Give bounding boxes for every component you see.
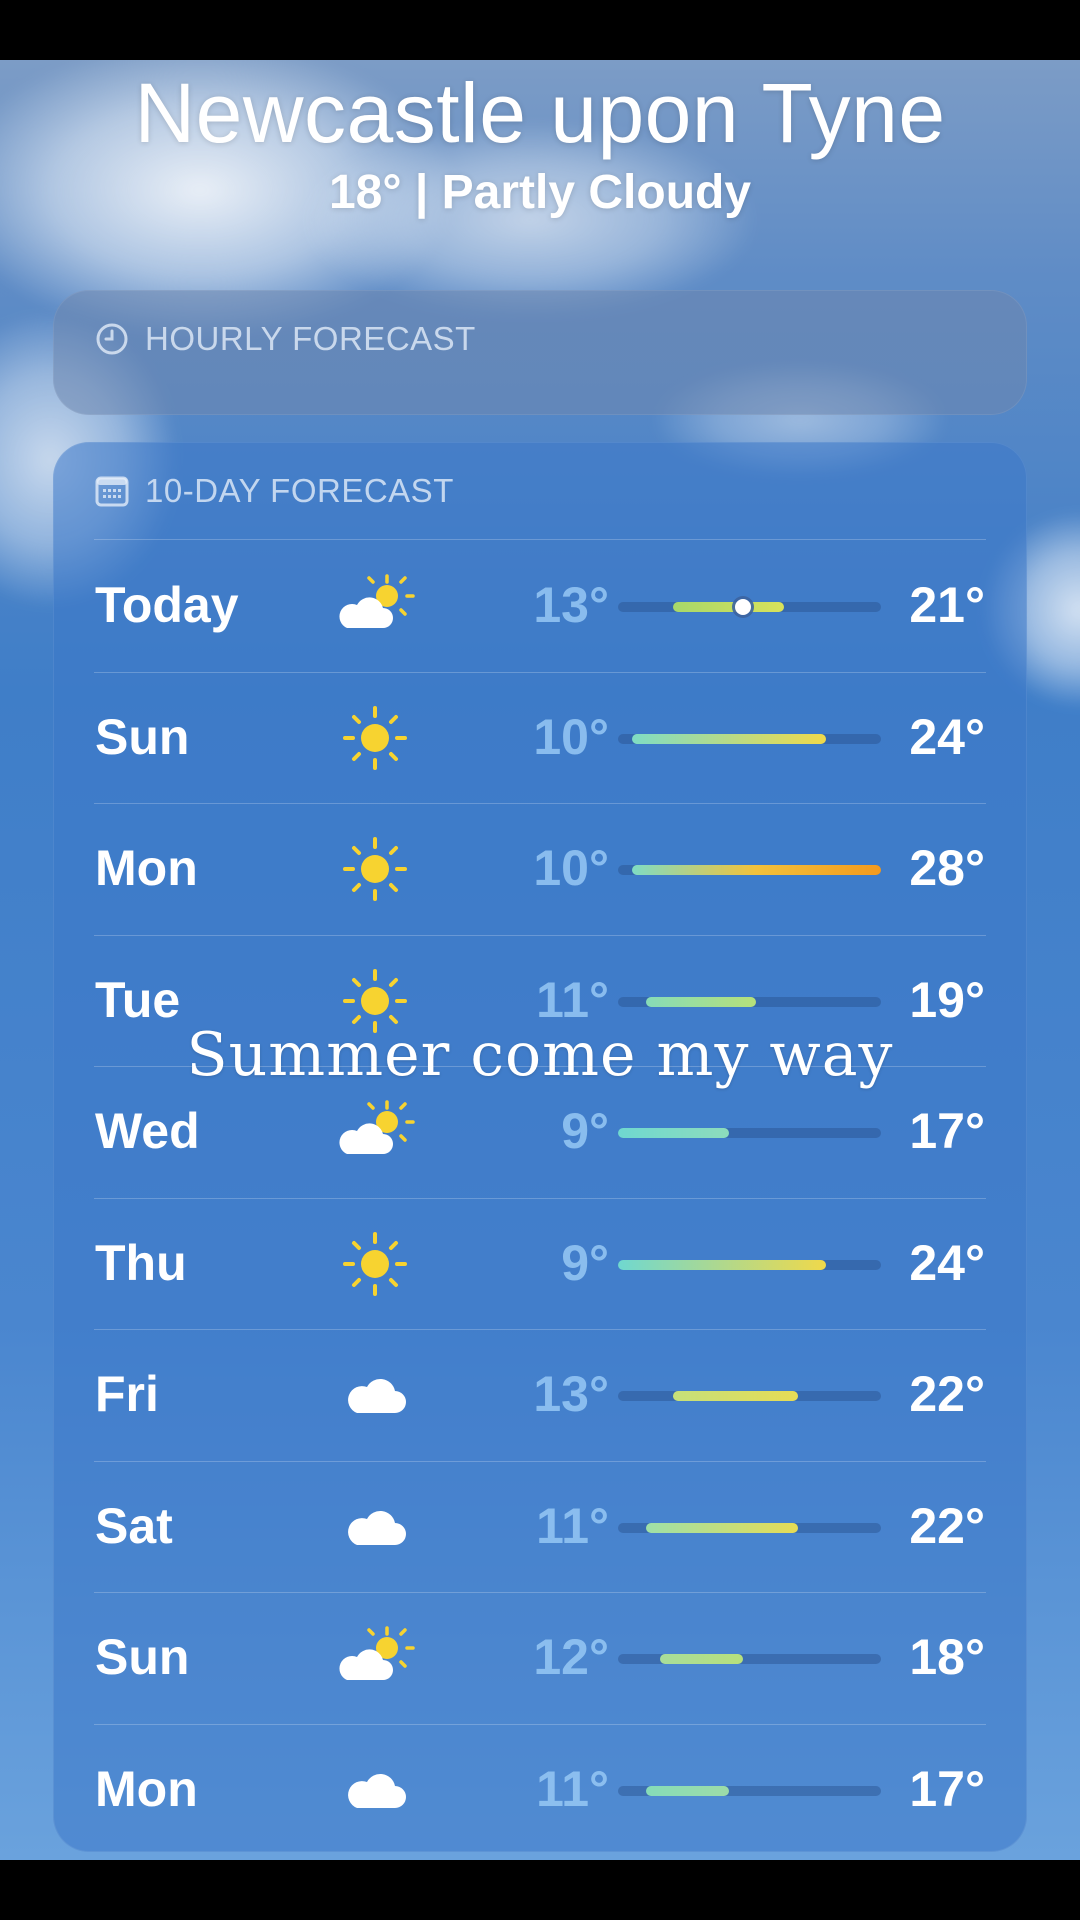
- temperature-range-track: [618, 1391, 881, 1401]
- forecast-row[interactable]: Mon 11° 17°: [53, 1724, 1027, 1855]
- temperature-range-track: [618, 1785, 881, 1796]
- temperature-range-bar: [645, 996, 757, 1007]
- ten-day-forecast-title: 10-DAY FORECAST: [145, 472, 454, 509]
- hourly-forecast-header: HOURLY FORECAST: [95, 320, 476, 358]
- city-name: Newcastle upon Tyne: [134, 66, 946, 160]
- forecast-row[interactable]: Sun 12° 18°: [53, 1592, 1027, 1723]
- forecast-row[interactable]: Fri 13° 22°: [53, 1329, 1027, 1460]
- partly-cloudy-icon: [335, 1618, 415, 1698]
- high-temperature: 18°: [909, 1629, 985, 1685]
- ten-day-forecast-header: 10-DAY FORECAST: [95, 472, 454, 510]
- temperature-range-bar: [631, 733, 826, 744]
- temperature-range-bar: [618, 1259, 826, 1270]
- forecast-day: Thu: [95, 1234, 187, 1291]
- letterbox-top: [0, 0, 1080, 60]
- high-temperature: 21°: [909, 577, 985, 633]
- cloud-icon: [335, 1355, 415, 1435]
- temperature-range-track: [618, 996, 881, 1007]
- high-temperature: 17°: [909, 1760, 985, 1817]
- forecast-day: Wed: [95, 1103, 200, 1159]
- forecast-day: Sat: [95, 1497, 173, 1554]
- temperature-range-track: [618, 1654, 881, 1664]
- temperature-range-bar: [618, 1128, 729, 1138]
- forecast-row[interactable]: Sat 11° 22°: [53, 1461, 1027, 1592]
- temperature-range-bar: [659, 1654, 743, 1664]
- high-temperature: 22°: [909, 1497, 985, 1554]
- hourly-forecast-panel[interactable]: HOURLY FORECAST: [53, 290, 1027, 415]
- ten-day-forecast-panel[interactable]: 10-DAY FORECAST Today 13° 21° Sun 10° 24…: [53, 442, 1027, 1852]
- partly-cloudy-icon: [335, 1092, 415, 1172]
- high-temperature: 24°: [909, 1234, 985, 1291]
- temperature-range-track: [618, 1259, 881, 1270]
- forecast-day: Mon: [95, 840, 198, 896]
- low-temperature: 11°: [536, 1760, 609, 1817]
- temperature-range-bar: [673, 602, 785, 612]
- cloud-icon: [335, 1750, 415, 1830]
- current-temperature-dot: [734, 599, 751, 615]
- temperature-range-bar: [631, 865, 881, 875]
- sun-icon: [335, 1224, 415, 1304]
- calendar-icon: [95, 476, 129, 507]
- weather-screen: Newcastle upon Tyne 18° | Partly Cloudy …: [0, 60, 1080, 1860]
- low-temperature: 11°: [536, 1497, 609, 1554]
- forecast-day: Fri: [95, 1366, 159, 1422]
- forecast-row[interactable]: Today 13° 21°: [53, 540, 1027, 671]
- cloud-icon: [335, 1487, 415, 1567]
- low-temperature: 9°: [561, 1234, 609, 1291]
- high-temperature: 24°: [909, 708, 985, 765]
- letterbox-bottom: [0, 1860, 1080, 1920]
- hourly-forecast-title: HOURLY FORECAST: [145, 320, 476, 357]
- low-temperature: 9°: [561, 1103, 609, 1159]
- forecast-day: Sun: [95, 708, 190, 765]
- high-temperature: 28°: [909, 840, 985, 896]
- low-temperature: 12°: [533, 1629, 609, 1685]
- temperature-range-track: [618, 1522, 881, 1533]
- temperature-range-bar: [645, 1522, 798, 1533]
- forecast-day: Today: [95, 577, 239, 633]
- temperature-range-track: [618, 865, 881, 875]
- current-conditions: 18° | Partly Cloudy: [328, 166, 752, 219]
- partly-cloudy-icon: [335, 566, 415, 646]
- forecast-row[interactable]: Sun 10° 24°: [53, 672, 1027, 803]
- temperature-range-bar: [645, 1785, 729, 1796]
- forecast-day: Sun: [95, 1629, 190, 1685]
- overlay-caption: Summer come my way: [186, 1020, 894, 1090]
- low-temperature: 13°: [533, 577, 609, 633]
- clock-icon: [96, 323, 128, 355]
- high-temperature: 17°: [909, 1103, 985, 1159]
- forecast-row[interactable]: Mon 10° 28°: [53, 803, 1027, 934]
- low-temperature: 13°: [533, 1366, 609, 1422]
- forecast-row[interactable]: Thu 9° 24°: [53, 1198, 1027, 1329]
- temperature-range-bar: [673, 1391, 798, 1401]
- low-temperature: 10°: [533, 840, 609, 896]
- temperature-range-track: [618, 599, 881, 615]
- sun-icon: [335, 698, 415, 778]
- sun-icon: [335, 829, 415, 909]
- forecast-day: Mon: [95, 1760, 198, 1817]
- temperature-range-track: [618, 733, 881, 744]
- high-temperature: 22°: [909, 1366, 985, 1422]
- temperature-range-track: [618, 1128, 881, 1138]
- low-temperature: 10°: [533, 708, 609, 765]
